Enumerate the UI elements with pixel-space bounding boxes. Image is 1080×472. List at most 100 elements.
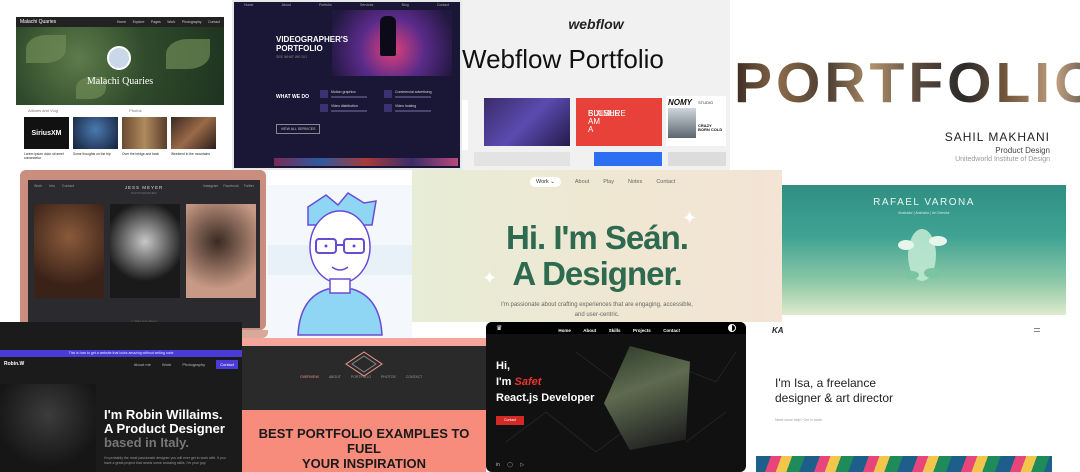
robin-headline-line: based in Italy. bbox=[104, 435, 190, 450]
tile-malachi-portfolio[interactable]: Malachi Quaries Home Explore Pages Work … bbox=[0, 0, 232, 170]
tile-avatar-illustration[interactable] bbox=[268, 185, 412, 338]
webflow-shot[interactable] bbox=[462, 100, 468, 150]
sean-nav-work[interactable]: Work ⌄ bbox=[530, 177, 561, 187]
tile-best-portfolio-examples[interactable]: OVERVIEW ABOUT PORTFOLIO PHOTOS CONTACT … bbox=[242, 338, 486, 472]
theme-toggle-icon[interactable] bbox=[727, 324, 736, 332]
best-nav-link[interactable]: PHOTOS bbox=[381, 375, 396, 379]
play-icon[interactable]: ▷ bbox=[520, 462, 524, 468]
sean-nav-link[interactable]: Play bbox=[603, 179, 614, 185]
malachi-caption[interactable]: Some thoughts on the trip bbox=[73, 152, 118, 160]
jess-photo[interactable] bbox=[110, 204, 180, 298]
video-service-item[interactable]: Video hosting bbox=[384, 104, 440, 112]
malachi-avatar bbox=[107, 46, 131, 70]
video-nav-link[interactable]: Contact bbox=[437, 3, 449, 7]
sahil-role: Product Design bbox=[995, 146, 1050, 155]
best-headline-line: BEST PORTFOLIO EXAMPLES TO FUEL bbox=[258, 426, 470, 456]
malachi-tab[interactable]: Photos bbox=[129, 108, 141, 113]
safet-logo-icon[interactable]: ♛ bbox=[496, 324, 502, 332]
malachi-site-name[interactable]: Malachi Quaries bbox=[20, 19, 56, 25]
robin-nav-link[interactable]: Work bbox=[162, 362, 171, 367]
isa-note[interactable]: Need some help? Get in touch bbox=[775, 418, 822, 422]
webflow-shot[interactable] bbox=[668, 152, 726, 166]
safet-nav-link[interactable]: Projects bbox=[633, 328, 651, 333]
malachi-caption[interactable]: Over the bridge and back bbox=[122, 152, 167, 160]
robin-contact-button[interactable]: Contact bbox=[216, 359, 238, 369]
webflow-logo: webflow bbox=[568, 16, 624, 32]
video-service-item[interactable]: Commercial advertising bbox=[384, 90, 440, 98]
hamburger-menu-icon[interactable] bbox=[1034, 328, 1040, 332]
sean-nav-link[interactable]: Contact bbox=[656, 179, 675, 185]
webflow-shot[interactable] bbox=[484, 98, 570, 146]
tile-isa-portfolio[interactable]: KA I'm Isa, a freelance designer & art d… bbox=[756, 322, 1080, 472]
malachi-thumb[interactable] bbox=[122, 117, 167, 149]
best-nav-link[interactable]: OVERVIEW bbox=[300, 375, 319, 379]
malachi-nav-links: Home Explore Pages Work Photography Cont… bbox=[112, 19, 220, 25]
best-nav-link[interactable]: PORTFOLIO bbox=[351, 375, 371, 379]
webflow-shot[interactable] bbox=[474, 152, 570, 166]
malachi-tab[interactable]: Articles and Vlog bbox=[28, 108, 58, 113]
malachi-captions: Lorem ipsum dolor sit amet consectetur S… bbox=[24, 152, 216, 160]
malachi-thumb[interactable] bbox=[73, 117, 118, 149]
isa-logo[interactable]: KA bbox=[772, 326, 784, 335]
malachi-caption[interactable]: Lorem ipsum dolor sit amet consectetur bbox=[24, 152, 69, 160]
jess-photo[interactable] bbox=[186, 204, 256, 298]
video-services-button[interactable]: VIEW ALL SERVICES bbox=[276, 124, 321, 134]
video-nav-link[interactable]: Home bbox=[244, 3, 253, 7]
malachi-nav-link[interactable]: Home bbox=[117, 20, 126, 24]
malachi-thumbnails: SiriusXM bbox=[24, 117, 216, 149]
tile-sahil-portfolio[interactable]: PORTFOLIO SAHIL MAKHANI Product Design U… bbox=[730, 0, 1080, 185]
video-service-item[interactable]: Motion graphics bbox=[320, 90, 376, 98]
tile-jess-meyer-portfolio[interactable]: Work Info Contact Instagram Facebook Twi… bbox=[20, 170, 268, 338]
linkedin-icon[interactable]: in bbox=[496, 462, 500, 468]
malachi-nav-link[interactable]: Photography bbox=[182, 20, 202, 24]
github-icon[interactable]: ◯ bbox=[507, 462, 513, 468]
robin-banner[interactable]: This is how to get a website that looks … bbox=[0, 350, 242, 357]
malachi-nav-link[interactable]: Explore bbox=[133, 20, 145, 24]
malachi-nav: Malachi Quaries Home Explore Pages Work … bbox=[16, 17, 224, 27]
tile-sean-portfolio[interactable]: Work ⌄ About Play Notes Contact ✦ ✦ Hi. … bbox=[412, 170, 782, 322]
rafael-name: RAFAEL VARONA bbox=[873, 197, 975, 208]
robin-nav-link[interactable]: Photography bbox=[182, 362, 205, 367]
video-title-line: VIDEOGRAPHER'S bbox=[276, 35, 349, 44]
safet-nav-link[interactable]: Contact bbox=[663, 328, 680, 333]
safet-nav-link[interactable]: Skills bbox=[609, 328, 621, 333]
video-nav-link[interactable]: Services bbox=[360, 3, 373, 7]
webflow-shot[interactable]: I AM A SIXIMLE BULSHRE bbox=[576, 98, 662, 146]
malachi-hero-name: Malachi Quaries bbox=[86, 76, 154, 87]
safet-nav-link[interactable]: About bbox=[583, 328, 596, 333]
sean-nav-link[interactable]: About bbox=[575, 179, 589, 185]
safet-contact-button[interactable]: Contact bbox=[496, 416, 524, 425]
video-thumbnail-strip[interactable] bbox=[274, 158, 458, 166]
best-nav-link[interactable]: CONTACT bbox=[406, 375, 423, 379]
malachi-thumb[interactable]: SiriusXM bbox=[24, 117, 69, 149]
video-nav-link[interactable]: Portfolio bbox=[319, 3, 332, 7]
robin-nav-link[interactable]: About me bbox=[134, 362, 151, 367]
webflow-title: Webflow Portfolio bbox=[462, 44, 664, 74]
best-nav-link[interactable]: ABOUT bbox=[329, 375, 341, 379]
video-nav-link[interactable]: Blog bbox=[402, 3, 409, 7]
safet-headline: Hi, I'm Safet React.js Developer bbox=[496, 358, 594, 406]
jess-photo[interactable] bbox=[34, 204, 104, 298]
tile-safet-portfolio[interactable]: ♛ Home About Skills Projects Contact Hi,… bbox=[486, 322, 746, 472]
sean-nav-link[interactable]: Notes bbox=[628, 179, 642, 185]
sean-headline: Hi. I'm Seán. A Designer. bbox=[412, 220, 782, 292]
service-label: Commercial advertising bbox=[395, 90, 432, 94]
malachi-nav-link[interactable]: Pages bbox=[151, 20, 161, 24]
malachi-nav-link[interactable]: Work bbox=[167, 20, 175, 24]
webflow-shot[interactable] bbox=[594, 152, 662, 166]
tile-rafael-portfolio[interactable]: RAFAEL VARONA Illustrator | Animator | A… bbox=[782, 185, 1066, 315]
tile-videographer-portfolio[interactable]: Home About Portfolio Services Blog Conta… bbox=[232, 0, 462, 170]
video-subtitle[interactable]: SEE WHAT WE DO bbox=[276, 55, 307, 59]
tile-webflow-portfolio[interactable]: webflow Webflow Portfolio I AM A SIXIMLE… bbox=[462, 0, 730, 170]
video-title-line: PORTFOLIO bbox=[276, 44, 323, 53]
video-nav: Home About Portfolio Services Blog Conta… bbox=[244, 3, 449, 7]
webflow-shot[interactable]: NOMY STUDIO CRAZY BORN COLD bbox=[666, 96, 726, 146]
video-nav-link[interactable]: About bbox=[282, 3, 291, 7]
video-service-item[interactable]: Video distribution bbox=[320, 104, 376, 112]
safet-nav-link[interactable]: Home bbox=[558, 328, 571, 333]
robin-logo[interactable]: Robin.W bbox=[4, 361, 24, 367]
malachi-nav-link[interactable]: Contact bbox=[208, 20, 220, 24]
malachi-thumb[interactable] bbox=[171, 117, 216, 149]
malachi-caption[interactable]: Weekend in the mountains bbox=[171, 152, 216, 160]
tile-robin-portfolio[interactable]: This is how to get a website that looks … bbox=[0, 322, 242, 472]
